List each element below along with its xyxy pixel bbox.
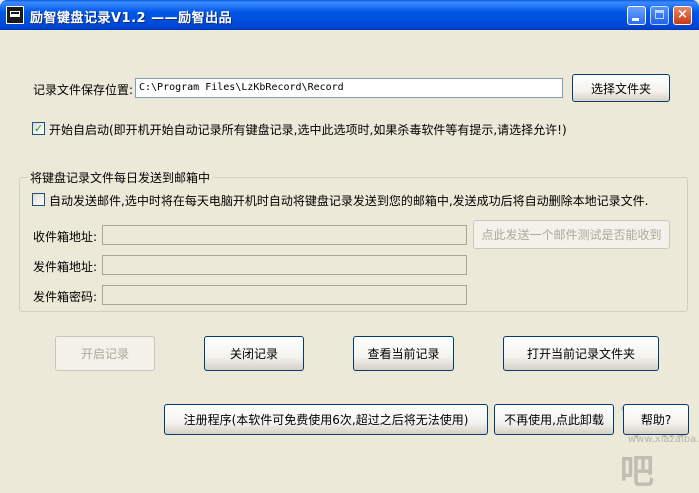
close-icon: ×	[677, 7, 688, 22]
minimize-icon	[632, 18, 639, 21]
receiver-input[interactable]	[102, 225, 467, 245]
send-test-email-button[interactable]: 点此发送一个邮件测试是否能收到	[473, 220, 670, 249]
record-path-label: 记录文件保存位置:	[33, 83, 134, 97]
auto-send-label: 自动发送邮件,选中时将在每天电脑开机时自动将键盘记录发送到您的邮箱中,发送成功后…	[49, 194, 649, 208]
sender-input[interactable]	[102, 255, 467, 275]
close-button[interactable]: ×	[673, 6, 692, 25]
start-record-button[interactable]: 开启记录	[55, 336, 155, 371]
email-group-title: 将键盘记录文件每日发送到邮箱中	[28, 169, 213, 186]
window-title: 励智键盘记录V1.2 ——励智出品	[30, 11, 233, 26]
auto-send-checkbox[interactable]	[32, 193, 45, 206]
download-site-url: www.xiazaiba.com	[628, 434, 699, 445]
maximize-button[interactable]	[650, 6, 669, 25]
maximize-icon	[655, 10, 664, 19]
autostart-checkbox[interactable]: ✓	[32, 122, 45, 135]
receiver-label: 收件箱地址:	[33, 230, 98, 244]
app-window: 励智键盘记录V1.2 ——励智出品 × 记录文件保存位置: C:\Program…	[0, 0, 699, 492]
stop-record-button[interactable]: 关闭记录	[204, 336, 304, 371]
uninstall-button[interactable]: 不再使用,点此卸载	[494, 404, 614, 435]
view-record-button[interactable]: 查看当前记录	[353, 336, 454, 371]
title-bar[interactable]: 励智键盘记录V1.2 ——励智出品 ×	[0, 0, 699, 30]
password-label: 发件箱密码:	[33, 290, 98, 304]
minimize-button[interactable]	[627, 6, 646, 25]
autostart-label: 开始自启动(即开机开始自动记录所有键盘记录,选中此选项时,如果杀毒软件等有提示,…	[49, 123, 567, 137]
help-button[interactable]: 帮助?	[623, 404, 689, 435]
record-path-input[interactable]: C:\Program Files\LzKbRecord\Record	[135, 78, 563, 98]
choose-folder-button[interactable]: 选择文件夹	[572, 74, 670, 102]
password-input[interactable]	[102, 285, 467, 305]
sender-label: 发件箱地址:	[33, 260, 98, 274]
app-keyboard-icon	[6, 6, 24, 24]
open-record-folder-button[interactable]: 打开当前记录文件夹	[503, 336, 659, 371]
register-button[interactable]: 注册程序(本软件可免费使用6次,超过之后将无法使用)	[164, 404, 488, 435]
